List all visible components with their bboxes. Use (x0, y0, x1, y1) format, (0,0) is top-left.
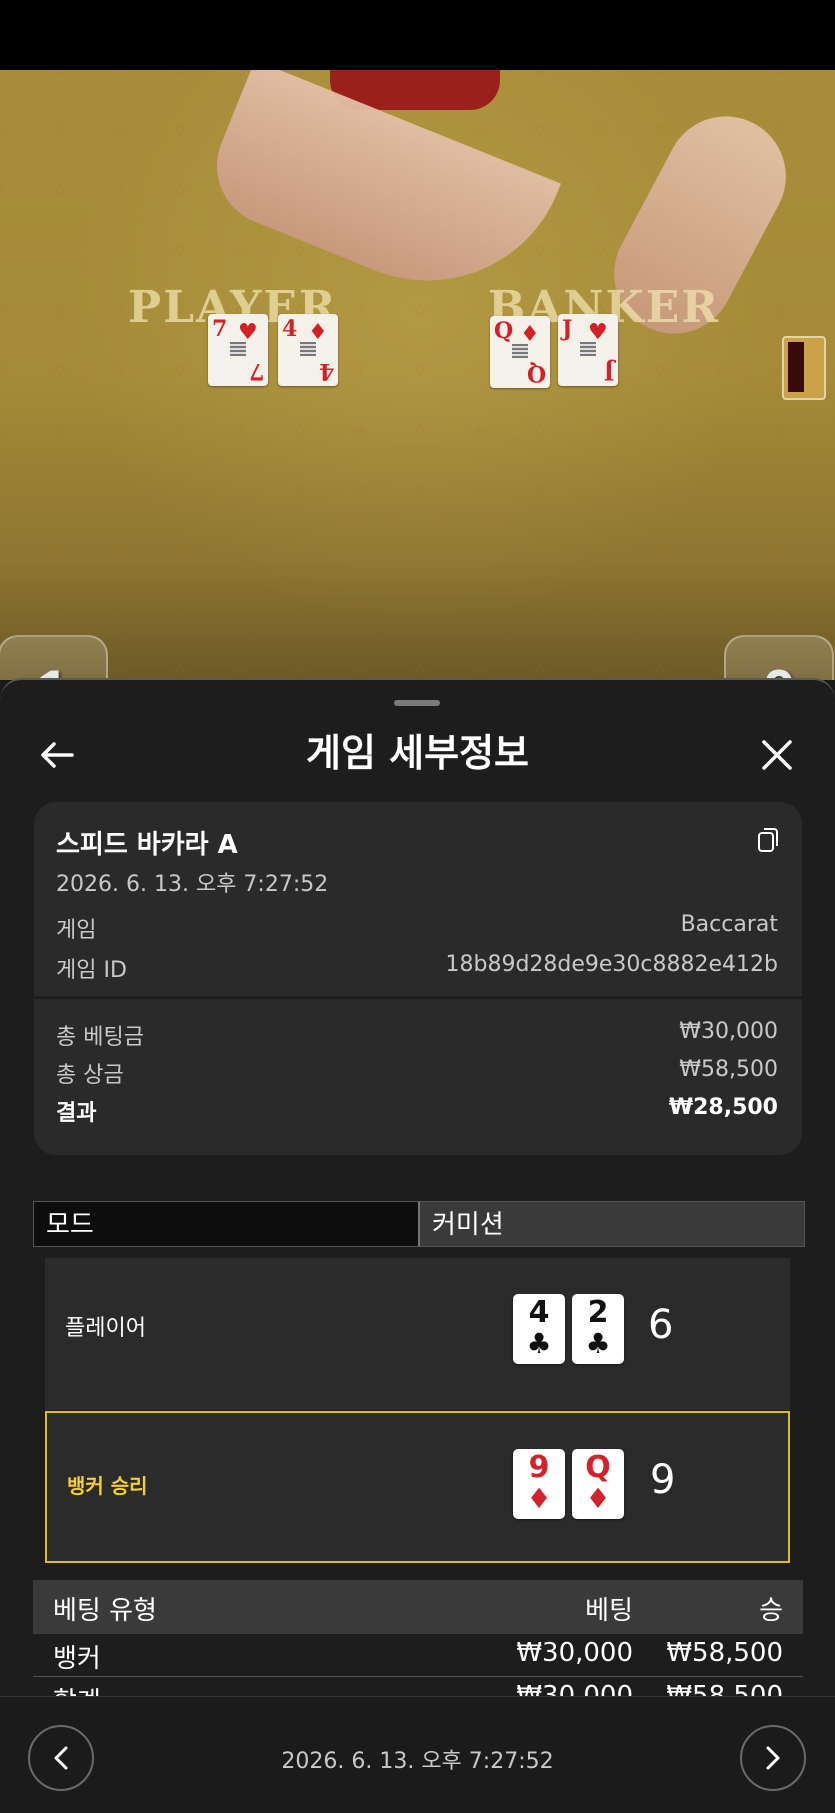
game-name: 스피드 바카라 A (56, 830, 238, 860)
player-card-2: 2 ♣ (572, 1294, 624, 1364)
banker-total: 9 (650, 1457, 676, 1503)
game-info-card: 스피드 바카라 A 2026. 6. 13. 오후 7:27:52 게임 Bac… (34, 802, 802, 996)
tab-commission[interactable]: 커미션 (420, 1202, 804, 1246)
banker-card-2: Q ♦ (572, 1449, 624, 1519)
round-navigation-footer: 2026. 6. 13. 오후 7:27:52 (0, 1696, 835, 1813)
table-card-banker-1: Q ♦ Q (490, 316, 550, 388)
banker-win-label: 뱅커 승리 (67, 1474, 148, 1498)
game-datetime: 2026. 6. 13. 오후 7:27:52 (56, 872, 329, 897)
player-score: 1 (0, 635, 108, 680)
top-status-bar (0, 0, 835, 70)
banker-card-1: 9 ♦ (513, 1449, 565, 1519)
table-row: 뱅커 ₩30,000 ₩58,500 (33, 1634, 803, 1677)
footer-datetime: 2026. 6. 13. 오후 7:27:52 (281, 1749, 554, 1774)
game-details-sheet: 게임 세부정보 스피드 바카라 A 2026. 6. 13. 오후 7:27:5… (0, 678, 835, 1813)
card-shoe (782, 336, 826, 400)
banker-score: 0 (724, 635, 834, 680)
banker-hand-panel: 뱅커 승리 9 ♦ Q ♦ 9 (45, 1411, 790, 1563)
chevron-right-icon (766, 1746, 780, 1770)
tab-mode[interactable]: 모드 (34, 1202, 420, 1246)
mode-tabs: 모드 커미션 (33, 1201, 805, 1247)
close-icon (762, 740, 792, 770)
table-card-player-1: 7 ♥ 7 (208, 314, 268, 386)
copy-button[interactable] (756, 826, 780, 858)
drag-handle[interactable] (394, 700, 440, 706)
player-hand-label: 플레이어 (65, 1316, 146, 1341)
sheet-title: 게임 세부정보 (306, 731, 529, 775)
player-hand-panel: 플레이어 4 ♣ 2 ♣ 6 (45, 1258, 790, 1410)
next-round-button[interactable] (740, 1725, 806, 1791)
bets-table-header: 베팅 유형 베팅 승 (33, 1580, 803, 1634)
table-card-player-2: 4 ♦ 4 (278, 314, 338, 386)
live-video-feed: PLAYER BANKER 7♥ 7 4♦ 4 Q♦ Q J♥ J 1 0 (0, 70, 835, 680)
summary-card: 총 베팅금 ₩30,000 총 상금 ₩58,500 결과 ₩28,500 (34, 999, 802, 1155)
close-button[interactable] (752, 730, 802, 780)
copy-icon (758, 828, 778, 852)
table-card-banker-2: J ♥ J (558, 314, 618, 386)
player-card-1: 4 ♣ (513, 1294, 565, 1364)
player-total: 6 (648, 1302, 674, 1348)
